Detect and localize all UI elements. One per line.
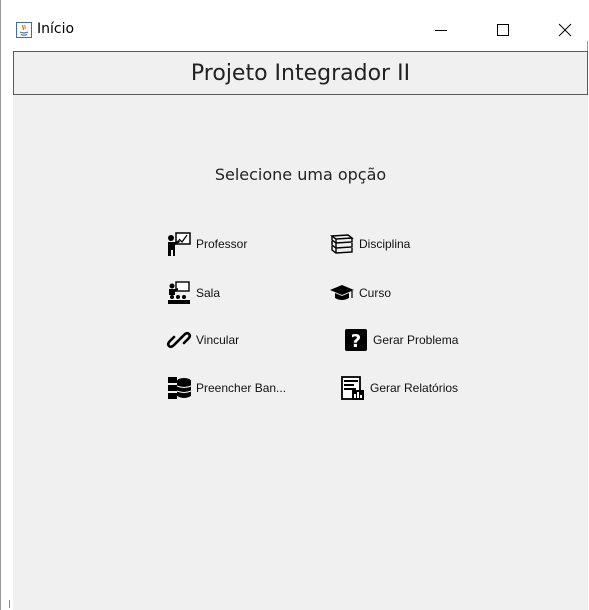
- svg-text:?: ?: [351, 331, 361, 352]
- close-button[interactable]: [542, 20, 588, 40]
- graduation-cap-icon: [329, 280, 355, 306]
- option-label: Professor: [196, 237, 248, 251]
- java-icon: [16, 22, 32, 38]
- option-label: Disciplina: [359, 237, 411, 251]
- vincular-button[interactable]: Vincular: [166, 327, 239, 353]
- option-label: Curso: [359, 286, 392, 300]
- report-icon: [340, 375, 366, 401]
- resize-edge: [9, 600, 10, 608]
- minimize-button[interactable]: [418, 20, 464, 40]
- option-label: Sala: [196, 286, 221, 300]
- header-panel: Projeto Integrador II: [13, 51, 588, 95]
- gerar-problema-button[interactable]: ? Gerar Problema: [343, 327, 458, 353]
- question-icon: ?: [343, 327, 369, 353]
- page-title: Projeto Integrador II: [190, 60, 411, 86]
- maximize-button[interactable]: [480, 20, 526, 40]
- books-icon: [329, 231, 355, 257]
- database-icon: [166, 375, 192, 401]
- classroom-icon: [166, 280, 192, 306]
- minimize-icon: [435, 30, 447, 31]
- curso-button[interactable]: Curso: [329, 280, 391, 306]
- link-icon: [166, 327, 192, 353]
- option-label: Preencher Ban...: [196, 381, 287, 395]
- option-label: Gerar Relatórios: [370, 381, 459, 395]
- option-label: Gerar Problema: [373, 333, 459, 347]
- sala-button[interactable]: Sala: [166, 280, 220, 306]
- close-icon: [558, 23, 572, 37]
- gerar-relatorios-button[interactable]: Gerar Relatórios: [340, 375, 458, 401]
- window-title: Início: [37, 21, 75, 37]
- option-label: Vincular: [196, 333, 240, 347]
- teacher-icon: [166, 231, 192, 257]
- professor-button[interactable]: Professor: [166, 231, 247, 257]
- title-bar[interactable]: Início: [1, 0, 588, 41]
- maximize-icon: [497, 24, 509, 36]
- preencher-banco-button[interactable]: Preencher Ban...: [166, 375, 286, 401]
- prompt-label: Selecione uma opção: [214, 165, 387, 184]
- content-panel: Selecione uma opção Professor Disciplina…: [13, 95, 588, 610]
- disciplina-button[interactable]: Disciplina: [329, 231, 410, 257]
- app-window: Início Projeto Integrador II Selecione u…: [0, 0, 588, 610]
